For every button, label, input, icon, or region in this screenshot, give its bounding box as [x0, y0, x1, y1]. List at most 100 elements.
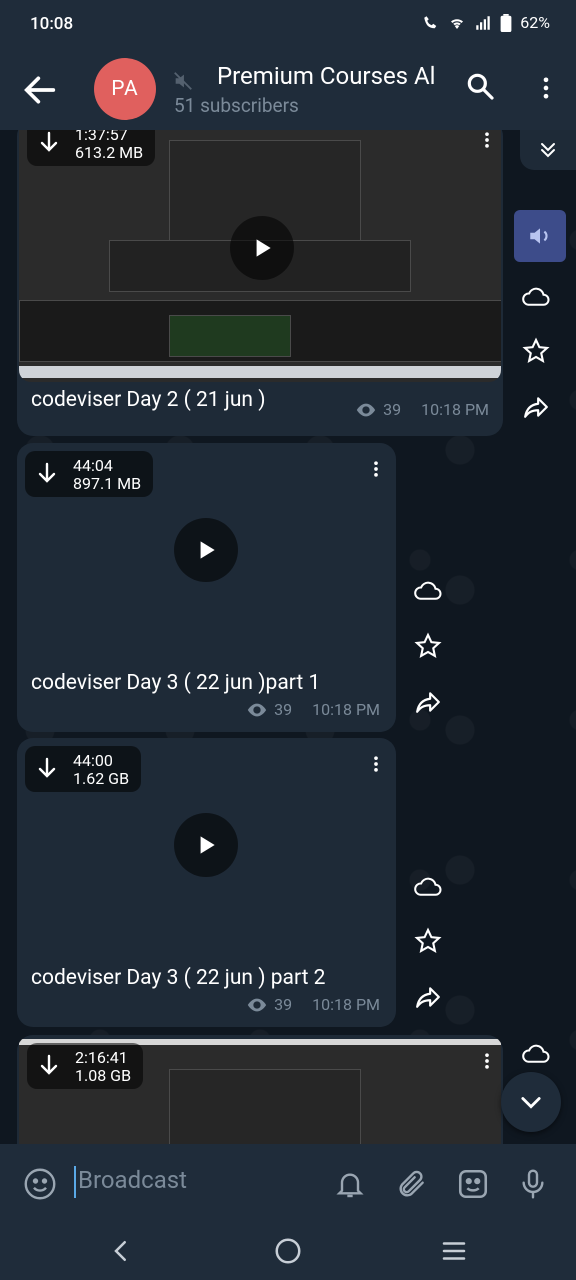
message-time: 10:18 PM	[421, 400, 489, 419]
composer: Broadcast	[0, 1144, 576, 1220]
more-vertical-icon	[374, 756, 378, 772]
download-chip[interactable]: 44:00 1.62 GB	[25, 746, 142, 792]
view-count: 39	[383, 400, 402, 419]
share-button[interactable]	[516, 387, 556, 427]
video-more-button[interactable]	[477, 1047, 497, 1075]
cloud-icon	[522, 287, 550, 306]
message-caption: codeviser Day 3 ( 22 jun ) part 2	[31, 966, 326, 990]
avatar[interactable]: PA	[94, 58, 156, 120]
video-message[interactable]: 44:00 1.62 GB codeviser Day 3 ( 22 jun )…	[17, 738, 396, 1027]
more-button[interactable]	[532, 70, 560, 106]
system-navigation-bar	[0, 1220, 576, 1280]
home-circle-icon	[275, 1238, 301, 1264]
more-vertical-icon	[374, 461, 378, 477]
play-button[interactable]	[174, 813, 238, 877]
share-button[interactable]	[408, 977, 448, 1017]
message-caption: codeviser Day 3 ( 22 jun )part 1	[31, 671, 321, 695]
favorite-button[interactable]	[408, 921, 448, 961]
status-bar: 10:08 62%	[0, 0, 576, 48]
share-icon	[416, 692, 440, 713]
more-vertical-icon	[485, 1053, 489, 1069]
download-icon	[35, 461, 59, 485]
text-cursor	[74, 1166, 76, 1198]
mic-icon	[522, 1169, 544, 1199]
video-more-button[interactable]	[477, 130, 497, 154]
chevron-left-icon	[114, 1241, 126, 1261]
play-icon	[256, 239, 271, 257]
share-icon	[524, 397, 548, 418]
voice-record-button[interactable]	[517, 1166, 551, 1202]
save-to-cloud-button[interactable]	[516, 1033, 556, 1073]
view-count: 39	[274, 700, 293, 719]
chat-header: PA Premium Courses Al 51 subscribers	[0, 48, 576, 130]
share-icon	[416, 987, 440, 1008]
message-caption: codeviser Day 2 ( 21 jun )	[31, 388, 266, 412]
download-chip[interactable]: 44:04 897.1 MB	[25, 451, 154, 497]
message-input[interactable]: Broadcast	[74, 1162, 324, 1202]
video-duration: 44:04	[73, 456, 113, 475]
signal-icon	[474, 14, 492, 32]
more-vertical-icon	[485, 132, 489, 148]
video-thumbnail[interactable]: 2:16:41 1.08 GB	[19, 1039, 501, 1144]
wifi-call-icon	[422, 14, 440, 32]
scroll-up-button[interactable]	[520, 130, 576, 170]
video-message[interactable]: 2:16:41 1.08 GB	[17, 1035, 503, 1144]
battery-icon	[500, 13, 512, 32]
status-time: 10:08	[30, 14, 74, 34]
paperclip-icon	[399, 1170, 424, 1197]
video-thumbnail[interactable]: 1:37:57 613.2 MB	[19, 130, 501, 382]
speaker-icon	[530, 228, 548, 244]
download-icon	[35, 756, 59, 780]
scroll-to-bottom-button[interactable]	[501, 1072, 561, 1132]
emoji-button[interactable]	[22, 1166, 58, 1202]
view-count: 39	[274, 995, 293, 1014]
video-duration: 44:00	[73, 751, 113, 770]
message-time: 10:18 PM	[312, 700, 380, 719]
nav-back-button[interactable]	[106, 1236, 136, 1266]
save-to-cloud-button[interactable]	[408, 866, 448, 906]
attach-button[interactable]	[396, 1166, 430, 1202]
eye-icon	[247, 998, 267, 1011]
wifi-icon	[448, 14, 466, 32]
message-time: 10:18 PM	[312, 995, 380, 1014]
notification-toggle-button[interactable]	[334, 1166, 368, 1202]
video-message[interactable]: 1:37:57 613.2 MB codeviser Day 2 ( 21 ju…	[17, 130, 503, 436]
video-more-button[interactable]	[366, 455, 386, 483]
play-icon	[200, 541, 215, 559]
more-vertical-icon	[543, 77, 549, 99]
download-chip[interactable]: 2:16:41 1.08 GB	[27, 1043, 144, 1089]
nav-home-button[interactable]	[273, 1236, 303, 1266]
cloud-icon	[522, 1044, 550, 1063]
save-to-cloud-button[interactable]	[516, 276, 556, 316]
back-button[interactable]	[20, 70, 60, 110]
channel-title[interactable]: Premium Courses Al	[217, 62, 445, 90]
download-icon	[37, 130, 61, 154]
emoji-icon	[24, 1168, 56, 1200]
arrow-left-icon	[24, 76, 56, 104]
download-icon	[37, 1053, 61, 1077]
download-chip[interactable]: 1:37:57 613.2 MB	[27, 130, 156, 166]
favorite-button[interactable]	[408, 626, 448, 666]
message-list[interactable]: 1:37:57 613.2 MB codeviser Day 2 ( 21 ju…	[0, 130, 576, 1144]
sticker-button[interactable]	[456, 1166, 490, 1202]
play-icon	[200, 836, 215, 854]
star-icon	[414, 927, 442, 954]
save-to-cloud-button[interactable]	[408, 570, 448, 610]
share-button[interactable]	[408, 682, 448, 722]
video-message[interactable]: 44:04 897.1 MB codeviser Day 3 ( 22 jun …	[17, 443, 396, 732]
eye-icon	[356, 403, 376, 416]
chevrons-down-icon	[541, 143, 555, 158]
speaker-button[interactable]	[514, 210, 566, 262]
recents-icon	[442, 1242, 466, 1260]
favorite-button[interactable]	[516, 331, 556, 371]
video-duration: 1:37:57	[75, 130, 128, 144]
play-button[interactable]	[230, 216, 294, 280]
video-more-button[interactable]	[366, 750, 386, 778]
search-button[interactable]	[464, 70, 500, 106]
play-button[interactable]	[174, 518, 238, 582]
sticker-icon	[458, 1169, 488, 1199]
video-size: 897.1 MB	[73, 474, 142, 493]
video-size: 613.2 MB	[75, 143, 144, 162]
message-meta: 39 10:18 PM	[355, 400, 489, 419]
nav-recents-button[interactable]	[439, 1236, 469, 1266]
